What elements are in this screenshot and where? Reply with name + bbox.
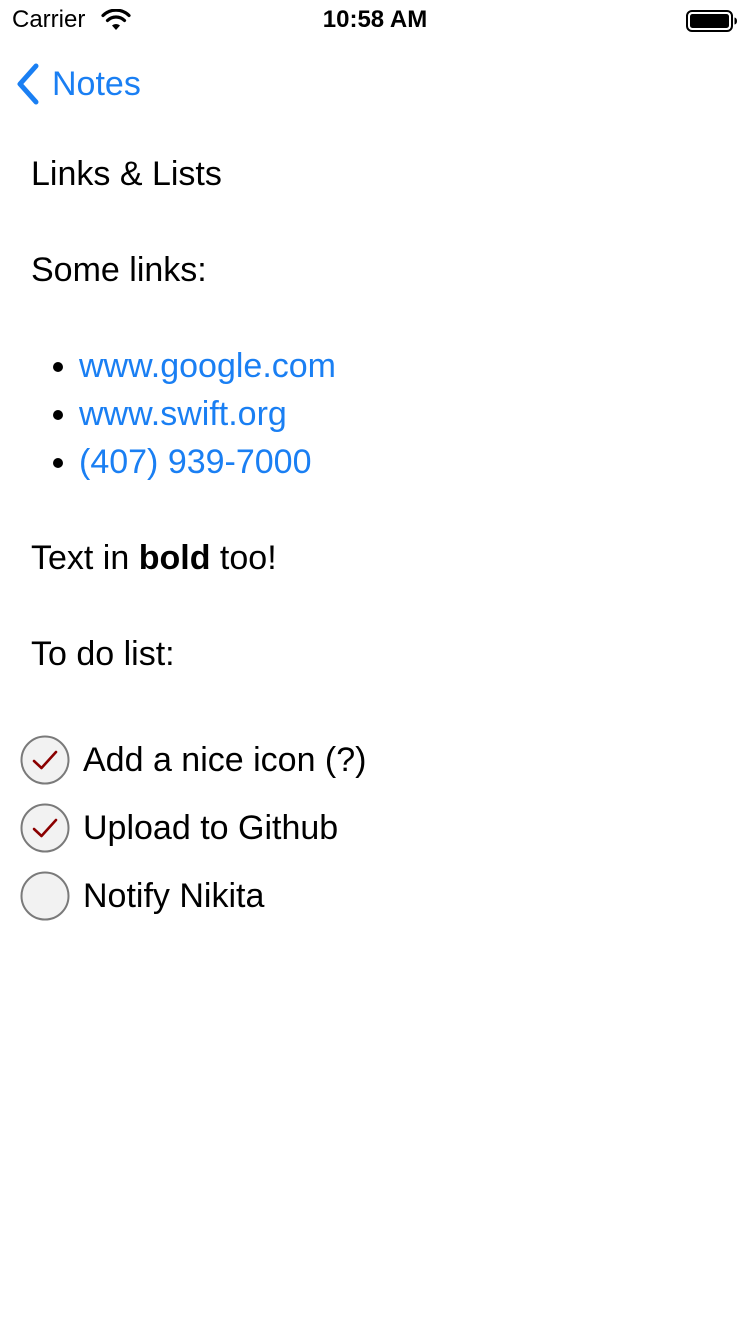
checklist-item: Add a nice icon (?): [20, 726, 730, 794]
note-body[interactable]: Links & Lists Some links: www.google.com…: [31, 150, 721, 726]
back-button[interactable]: Notes: [14, 60, 141, 108]
todo-heading: To do list:: [31, 635, 175, 673]
bullet: [53, 458, 63, 468]
navigation-bar: Notes: [0, 40, 750, 128]
status-time: 10:58 AM: [322, 6, 428, 33]
status-bar: Carrier 10:58 AM: [0, 0, 750, 40]
chevron-left-icon: [17, 63, 39, 105]
bold-line-after: too!: [210, 539, 277, 577]
bold-line-before: Text in: [31, 539, 139, 577]
bullet: [53, 410, 63, 420]
note-title: Links & Lists: [31, 155, 222, 193]
battery-icon: [686, 10, 737, 32]
link-swift[interactable]: www.swift.org: [79, 395, 287, 433]
link-google[interactable]: www.google.com: [79, 347, 336, 385]
checkbox-unchecked-icon[interactable]: [20, 871, 70, 921]
list-item: www.google.com: [31, 342, 721, 390]
checkbox-checked-icon[interactable]: [20, 803, 70, 853]
list-item: (407) 939-7000: [31, 438, 721, 486]
bold-text-line: Text in bold too!: [31, 534, 721, 582]
checklist-item-label: Add a nice icon (?): [83, 741, 367, 779]
link-phone-number[interactable]: (407) 939-7000: [79, 443, 312, 481]
links-heading: Some links:: [31, 251, 207, 289]
bullet: [53, 362, 63, 372]
checklist-item: Upload to Github: [20, 794, 730, 862]
back-button-label: Notes: [52, 65, 141, 103]
checklist-item-label: Notify Nikita: [83, 877, 265, 915]
checkbox-checked-icon[interactable]: [20, 735, 70, 785]
checklist-item-label: Upload to Github: [83, 809, 339, 847]
link-list: www.google.com www.swift.org (407) 939-7…: [31, 342, 721, 486]
list-item: www.swift.org: [31, 390, 721, 438]
todo-checklist: Add a nice icon (?) Upload to Github Not…: [20, 726, 730, 930]
checklist-item: Notify Nikita: [20, 862, 730, 930]
bold-word: bold: [138, 539, 211, 577]
